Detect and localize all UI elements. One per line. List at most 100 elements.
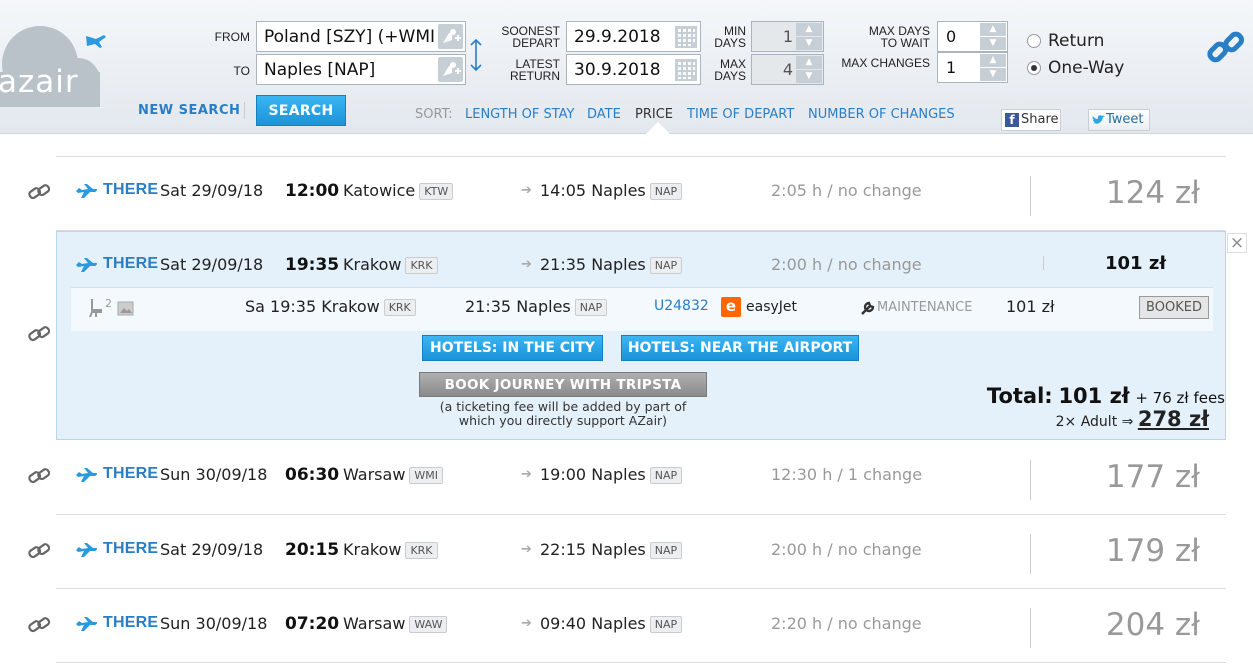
- divider: [244, 102, 245, 119]
- airline-name: easyJet: [746, 299, 798, 315]
- chevron-up-icon[interactable]: ▲: [980, 23, 1006, 36]
- plane-icon: [76, 258, 97, 272]
- latest-return-input[interactable]: 30.9.2018: [566, 54, 701, 85]
- radio-checked-icon[interactable]: [1027, 61, 1041, 75]
- sort-time-of-depart[interactable]: TIME OF DEPART: [687, 107, 794, 122]
- return-label: Return: [1048, 31, 1105, 51]
- flight-duration: 2:00 h / no change: [771, 255, 922, 274]
- seat-count: 2: [105, 297, 112, 310]
- link-icon[interactable]: [28, 325, 50, 343]
- wrench-icon: [861, 301, 875, 315]
- min-days-value: 1: [782, 27, 793, 46]
- divider: [56, 588, 1226, 589]
- airport-code: NAP: [649, 183, 683, 200]
- return-radio[interactable]: Return: [1027, 31, 1104, 51]
- chevron-up-icon[interactable]: ▲: [796, 56, 822, 69]
- max-days-stepper[interactable]: 4 ▲ ▼: [751, 54, 824, 85]
- arrow-right-icon: ➔: [521, 616, 532, 631]
- departure-date: Sat 29/09/18: [160, 255, 264, 274]
- max-days-wait-stepper[interactable]: 0 ▲ ▼: [937, 21, 1008, 52]
- departure-city: Krakow KRK: [343, 540, 438, 559]
- link-icon[interactable]: [28, 616, 50, 634]
- flight-duration: 12:30 h / 1 change: [771, 465, 923, 484]
- new-search-link[interactable]: NEW SEARCH: [138, 103, 240, 118]
- airport-code: NAP: [649, 257, 683, 274]
- chevron-up-icon[interactable]: ▲: [980, 54, 1006, 67]
- max-days-label-2: DAYS: [714, 69, 746, 83]
- airport-code: NAP: [649, 616, 683, 633]
- departure-time: 06:30: [285, 465, 340, 485]
- soonest-depart-input[interactable]: 29.9.2018: [566, 21, 701, 52]
- facebook-icon: f: [1005, 113, 1019, 127]
- plane-icon: [76, 468, 97, 482]
- tweet-label: Tweet: [1106, 112, 1144, 127]
- easyjet-logo: e: [721, 297, 741, 317]
- tweet-button[interactable]: Tweet: [1088, 109, 1150, 131]
- map-pin-icon[interactable]: [438, 57, 463, 82]
- link-icon[interactable]: [28, 542, 50, 560]
- chevron-down-icon[interactable]: ▼: [980, 68, 1006, 81]
- plane-icon: [76, 543, 97, 557]
- chevron-down-icon[interactable]: ▼: [796, 37, 822, 50]
- link-icon[interactable]: [28, 183, 50, 201]
- departure-date: Sun 30/09/18: [160, 465, 268, 484]
- link-icon[interactable]: [1206, 28, 1246, 68]
- chevron-down-icon[interactable]: ▼: [796, 70, 822, 83]
- airport-code: WAW: [409, 616, 448, 633]
- chevron-up-icon[interactable]: ▲: [796, 23, 822, 36]
- departure-city: Warsaw WAW: [343, 614, 448, 633]
- swap-arrows-icon[interactable]: [469, 38, 483, 72]
- divider: [56, 662, 1226, 663]
- oneway-radio[interactable]: One-Way: [1027, 58, 1124, 78]
- flight-number-link[interactable]: U24832: [654, 298, 709, 314]
- price: 101 zł: [1105, 253, 1166, 274]
- booked-button[interactable]: BOOKED: [1139, 296, 1209, 319]
- flight-duration: 2:05 h / no change: [771, 181, 922, 200]
- departure-date: Sat 29/09/18: [160, 540, 264, 559]
- departure-time: 07:20: [285, 614, 340, 634]
- facebook-share-button[interactable]: f Share: [1001, 109, 1061, 131]
- calendar-icon[interactable]: [674, 58, 698, 82]
- min-days-stepper[interactable]: 1 ▲ ▼: [751, 21, 824, 52]
- search-button[interactable]: SEARCH: [256, 95, 346, 126]
- latest-return-label-2: RETURN: [510, 69, 560, 83]
- search-header: azair FROM TO Poland [SZY] (+WMI Naples …: [0, 0, 1253, 134]
- sort-number-of-changes[interactable]: NUMBER OF CHANGES: [808, 107, 955, 122]
- map-pin-icon[interactable]: [438, 24, 463, 49]
- direction-label: THERE: [103, 614, 159, 631]
- calendar-icon[interactable]: [674, 25, 698, 49]
- hotels-airport-button[interactable]: HOTELS: NEAR THE AIRPORT: [621, 335, 859, 361]
- to-input-value: Naples [NAP]: [264, 60, 376, 80]
- close-icon[interactable]: ×: [1227, 233, 1247, 253]
- direction-label: THERE: [103, 465, 159, 482]
- departure-city: Katowice KTW: [343, 181, 454, 200]
- status-label: MAINTENANCE: [877, 300, 973, 315]
- hotels-city-button[interactable]: HOTELS: IN THE CITY: [422, 335, 603, 361]
- from-input[interactable]: Poland [SZY] (+WMI: [256, 21, 466, 52]
- chevron-down-icon[interactable]: ▼: [980, 37, 1006, 50]
- plane-icon: [76, 184, 97, 198]
- to-input[interactable]: Naples [NAP]: [256, 54, 466, 85]
- sort-price[interactable]: PRICE: [635, 107, 673, 122]
- book-journey-button[interactable]: BOOK JOURNEY WITH TRIPSTA: [419, 372, 707, 397]
- from-input-value: Poland [SZY] (+WMI: [264, 27, 436, 47]
- radio-unchecked-icon[interactable]: [1027, 34, 1041, 48]
- link-icon[interactable]: [28, 467, 50, 485]
- direction-label: THERE: [103, 540, 159, 557]
- logo-text: azair: [0, 64, 79, 100]
- airport-code: NAP: [574, 299, 608, 316]
- sort-date[interactable]: DATE: [587, 107, 621, 122]
- max-changes-value: 1: [946, 58, 957, 77]
- segment-price: 101 zł: [1006, 297, 1055, 316]
- share-label: Share: [1021, 112, 1059, 127]
- flight-duration: 2:20 h / no change: [771, 614, 922, 633]
- divider: [1030, 176, 1031, 216]
- departure-city: Warsaw WMI: [343, 465, 444, 484]
- divider: [1030, 460, 1031, 500]
- sort-length-of-stay[interactable]: LENGTH OF STAY: [465, 107, 575, 122]
- max-changes-stepper[interactable]: 1 ▲ ▼: [937, 52, 1008, 83]
- arrival: 21:35 Naples NAP: [540, 255, 683, 274]
- direction-label: THERE: [103, 181, 159, 198]
- arrival: 19:00 Naples NAP: [540, 465, 683, 484]
- airport-code: KRK: [405, 257, 438, 274]
